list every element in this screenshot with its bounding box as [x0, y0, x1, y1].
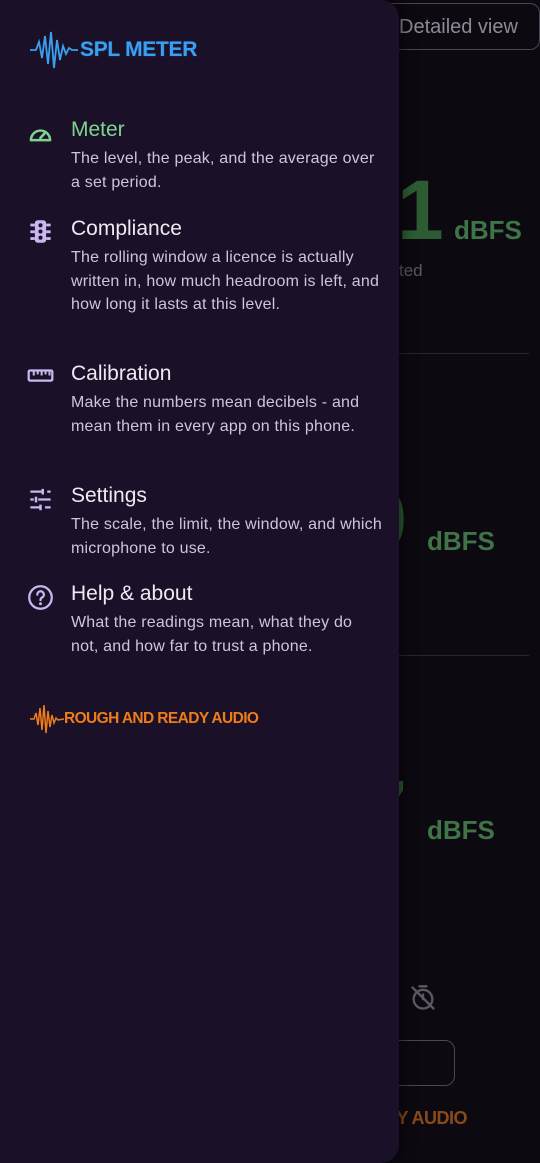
nav-item-description: Make the numbers mean decibels - and mea… [71, 394, 360, 435]
app-logo-text: SPL METER [80, 38, 198, 61]
divider [392, 353, 529, 354]
ruler-icon [27, 369, 54, 382]
timer-off-icon[interactable] [409, 984, 437, 1012]
gauge-icon [29, 129, 52, 142]
nav-item-description: The scale, the limit, the window, and wh… [71, 516, 382, 557]
reading-value-1: 1 [397, 163, 444, 257]
reading-caption-1: ted [399, 261, 423, 280]
brand-logo: ROUGH AND READY AUDIO [30, 702, 259, 736]
waveform-icon [30, 704, 64, 734]
screen: Detailed view 1 dBFS ted 9 dBFS 7 dBFS D… [0, 0, 540, 1163]
app-logo: SPL METER [30, 28, 197, 72]
nav-item-compliance[interactable]: Compliance The rolling window a licence … [0, 217, 399, 339]
waveform-icon [30, 31, 78, 69]
reading-unit-2: dBFS [427, 526, 495, 556]
nav-item-description: The rolling window a licence is actually… [71, 249, 380, 313]
nav-item-calibration[interactable]: Calibration Make the numbers mean decibe… [0, 362, 399, 460]
nav-item-help-about[interactable]: Help & about What the readings mean, wha… [0, 582, 399, 657]
brand-logo-text: ROUGH AND READY AUDIO [64, 710, 259, 727]
nav-item-title: Settings [71, 484, 147, 507]
nav-item-meter[interactable]: Meter The level, the peak, and the avera… [0, 118, 399, 193]
reading-unit-1: dBFS [454, 215, 522, 245]
nav-item-description: The level, the peak, and the average ove… [71, 150, 375, 191]
divider [392, 655, 529, 656]
nav-item-title: Compliance [71, 217, 182, 240]
help-circle-icon [28, 585, 53, 610]
tune-sliders-icon [30, 488, 51, 511]
nav-item-title: Meter [71, 118, 125, 141]
nav-item-description: What the readings mean, what they do not… [71, 614, 353, 655]
nav-item-title: Help & about [71, 582, 193, 605]
nav-item-title: Calibration [71, 362, 172, 385]
reading-unit-3: dBFS [427, 815, 495, 845]
nav-item-settings[interactable]: Settings The scale, the limit, the windo… [0, 484, 399, 559]
navigation-drawer: SPL METER Meter The level, the peak, and… [0, 0, 399, 1163]
traffic-light-icon [30, 220, 51, 243]
